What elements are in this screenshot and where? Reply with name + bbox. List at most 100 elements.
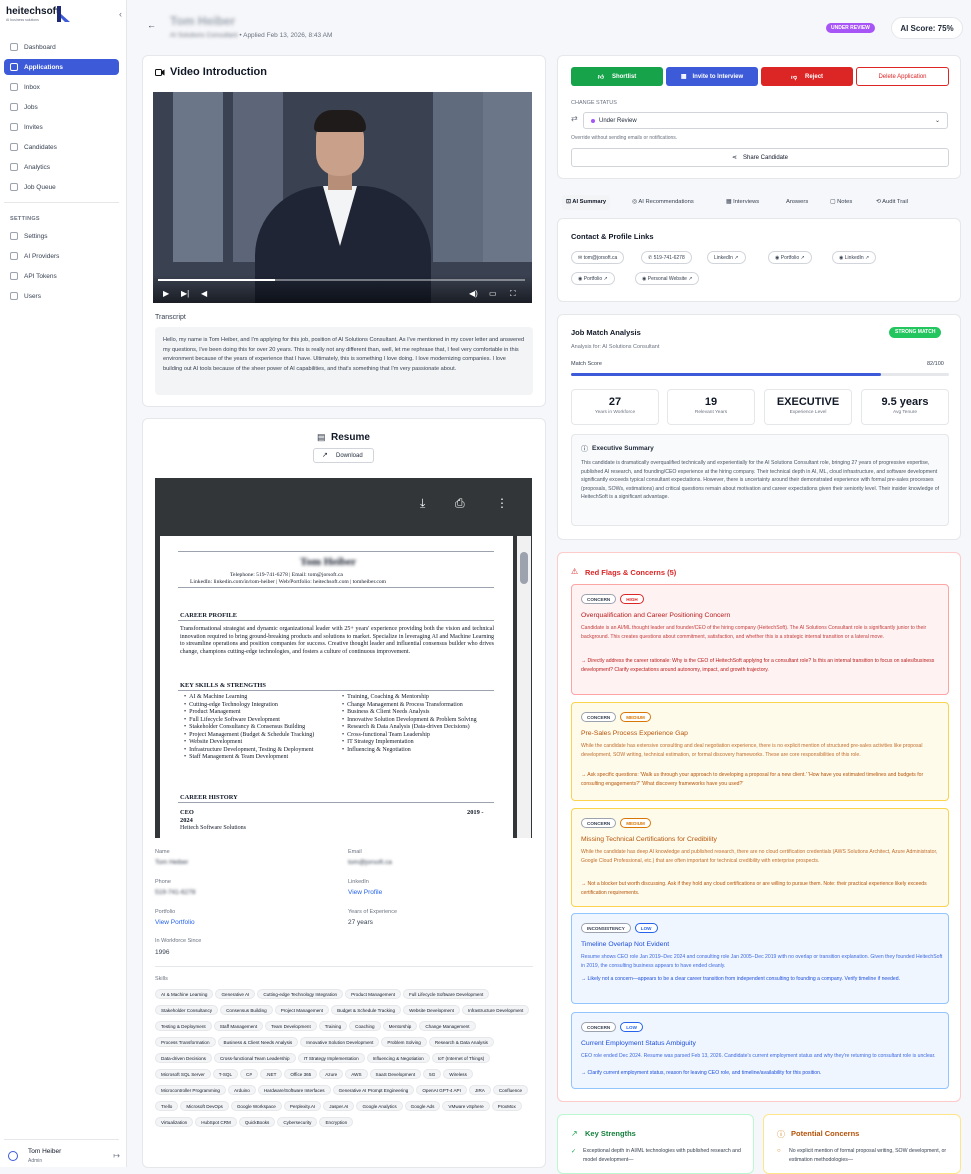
skill-chip: VMware vSphere: [442, 1101, 490, 1111]
resume-viewer[interactable]: ⤓ ⎙ ⋮ Tom Heiber Telephone: 519-741-6278…: [155, 478, 532, 838]
sidebar-item-api-tokens[interactable]: API Tokens: [4, 268, 119, 284]
skill-chip: Staff Management: [213, 1021, 264, 1031]
users-icon: [10, 143, 18, 151]
concern-action: → Directly address the career rationale:…: [581, 658, 935, 673]
resume-scrollbar[interactable]: [517, 536, 531, 838]
brand-logo-icon: [57, 6, 70, 22]
sidebar-item-job-queue[interactable]: Job Queue: [4, 179, 119, 195]
divider: [178, 620, 494, 621]
resume-skill-item: • Stakeholder Consultancy & Consensus Bu…: [184, 724, 306, 730]
delete-button[interactable]: Delete Application: [856, 67, 949, 86]
tab-notes[interactable]: ▢ Notes: [826, 195, 856, 210]
tab-ai-summary[interactable]: ⊡ AI Summary: [562, 195, 611, 210]
contact-portfolio-pill[interactable]: ◉ Portfolio ↗: [768, 251, 812, 264]
skill-chip: Hardware/Software Interfaces: [257, 1085, 331, 1095]
speaker-icon[interactable]: ◀): [469, 289, 478, 298]
download-button[interactable]: ↗ Download: [313, 448, 374, 463]
resume-skills-right: • Training, Coaching & Mentorship • Chang…: [342, 694, 492, 754]
resume-skill-item: • AI & Machine Learning: [184, 694, 248, 700]
page-header: ← Tom Heiber AI Solutions Consultant • A…: [127, 0, 971, 50]
ai-score-badge: AI Score: 75%: [891, 17, 963, 39]
skill-chip: Google Analytics: [356, 1101, 403, 1111]
print-icon[interactable]: ⎙: [455, 496, 465, 511]
skill-chip: Cybersecurity: [277, 1117, 318, 1127]
more-icon[interactable]: ⋮: [496, 496, 508, 510]
reject-button[interactable]: 👎︎ Reject: [761, 67, 853, 86]
video-progress-bar[interactable]: [158, 279, 525, 281]
contact-portfolio-pill[interactable]: ◉ Portfolio ↗: [571, 272, 615, 285]
sidebar-item-settings[interactable]: Settings: [4, 228, 119, 244]
sidebar-item-applications[interactable]: Applications: [4, 59, 119, 75]
skill-chip: Stakeholder Consultancy: [155, 1005, 219, 1015]
skill-chip: C#: [240, 1069, 258, 1079]
collapse-sidebar-icon[interactable]: ‹: [119, 9, 122, 19]
users-icon: [10, 292, 18, 300]
alert-circle-icon: ○: [777, 1148, 781, 1154]
scroll-thumb[interactable]: [520, 552, 528, 584]
concern-action: → Not a blocker but worth discussing. As…: [581, 881, 927, 896]
contact-website-pill[interactable]: ◉ Personal Website ↗: [635, 272, 700, 285]
sidebar-item-analytics[interactable]: Analytics: [4, 159, 119, 175]
portfolio-link[interactable]: View Portfolio: [155, 919, 195, 926]
shortlist-button[interactable]: 👍︎ Shortlist: [571, 67, 663, 86]
divider: [155, 966, 533, 967]
concern-body: Resume shows CEO role Jan 2019–Dec 2024 …: [581, 954, 943, 969]
skill-chip: ProxMox: [491, 1101, 522, 1111]
skill-chip: T-SQL: [212, 1069, 239, 1079]
invite-button[interactable]: ▦ Invite to Interview: [666, 67, 758, 86]
severity-badge: MEDIUM: [620, 818, 651, 828]
dashboard-icon: [10, 43, 18, 51]
sidebar-item-invites[interactable]: Invites: [4, 119, 119, 135]
linkedin-link[interactable]: View Profile: [348, 889, 382, 896]
avatar: [8, 1151, 18, 1161]
logo[interactable]: heitechsoft AI business solutions ‹: [6, 6, 122, 24]
page-subtitle: AI Solutions Consultant • Applied Feb 13…: [170, 32, 333, 39]
volume-icon[interactable]: ◀: [201, 289, 207, 298]
sidebar-item-jobs[interactable]: Jobs: [4, 99, 119, 115]
inbox-icon: [10, 83, 18, 91]
concern-action: → Clarify current employment status, rea…: [581, 1070, 822, 1076]
sidebar-item-users[interactable]: Users: [4, 288, 119, 304]
user-name: Tom Heiber: [28, 1148, 62, 1155]
contact-email-pill[interactable]: ✉ tom@jorsoft.ca: [571, 251, 625, 264]
sidebar-item-inbox[interactable]: Inbox: [4, 79, 119, 95]
skill-chip: JIRA: [468, 1085, 491, 1095]
play-icon[interactable]: ▶: [163, 289, 169, 298]
concern-item: CONCERN MEDIUM Missing Technical Certifica…: [571, 808, 949, 907]
concern-type-badge: CONCERN: [581, 818, 617, 828]
skill-chip: Generative AI Prompt Engineering: [332, 1085, 415, 1095]
concern-action: → Likely not a concern—appears to be a c…: [581, 976, 901, 982]
next-icon[interactable]: ▶|: [181, 289, 189, 298]
contact-linkedin-pill[interactable]: ◉ LinkedIn ↗: [832, 251, 877, 264]
tab-answers[interactable]: Answers: [782, 195, 812, 210]
concern-item: No explicit mention of formal proposal w…: [789, 1148, 947, 1163]
check-circle-icon: ✓: [571, 1149, 577, 1155]
tab-ai-recommendations[interactable]: ◎ AI Recommendations: [628, 195, 698, 210]
sidebar-item-ai-providers[interactable]: AI Providers: [4, 248, 119, 264]
tab-interviews[interactable]: ▦ Interviews: [722, 195, 763, 210]
pip-icon[interactable]: ▭: [489, 289, 497, 298]
logout-icon[interactable]: ↦: [113, 1151, 120, 1160]
severity-badge: LOW: [620, 1022, 643, 1032]
fullscreen-icon[interactable]: ⛶: [510, 289, 516, 299]
sidebar-item-candidates[interactable]: Candidates: [4, 139, 119, 155]
resume-skill-item: • IT Strategy Implementation: [342, 739, 414, 745]
contact-phone-pill[interactable]: ✆ 519-741-6278: [641, 251, 692, 264]
share-candidate-button[interactable]: ⋖ Share Candidate: [571, 148, 949, 167]
video-player[interactable]: ▶ ▶| ◀ ◀) ▭ ⛶: [153, 92, 532, 303]
phone-value: 519-741-6278: [155, 889, 196, 896]
skill-chip: Encryption: [319, 1117, 354, 1127]
concern-type-badge: CONCERN: [581, 712, 617, 722]
skill-chip: Azure: [319, 1069, 344, 1079]
skill-chip: Team Development: [265, 1021, 317, 1031]
skill-chip: Website Development: [403, 1005, 460, 1015]
download-icon[interactable]: ⤓: [420, 496, 425, 511]
back-arrow-icon[interactable]: ←: [147, 20, 156, 30]
status-select[interactable]: Under Review ⌄: [583, 112, 948, 129]
concern-type-badge: CONCERN: [581, 1022, 617, 1032]
stat-avg-tenure: 9.5 years Avg Tenure: [861, 389, 949, 425]
contact-linkedin-pill[interactable]: LinkedIn ↗: [707, 251, 746, 264]
tab-audit-trail[interactable]: ⟲ Audit Trail: [872, 195, 912, 210]
current-user[interactable]: Tom Heiber Admin ↦: [8, 1148, 120, 1166]
sidebar-item-dashboard[interactable]: Dashboard: [4, 39, 119, 55]
